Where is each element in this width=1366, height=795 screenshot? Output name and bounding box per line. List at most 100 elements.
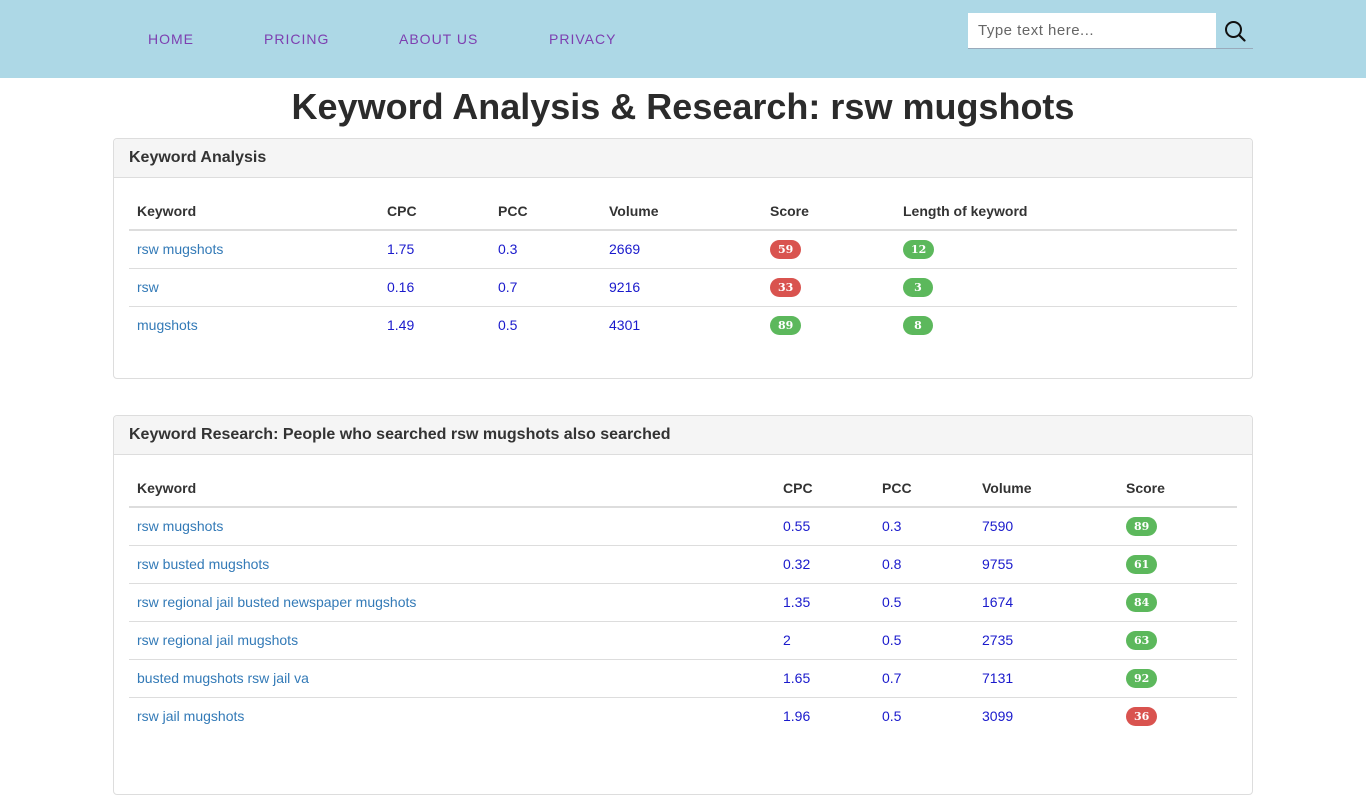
column-header: Keyword [129,469,775,508]
score-cell: 92 [1118,658,1237,697]
length-badge: 8 [903,315,933,335]
table-row: mugshots 1.49 0.5 4301 89 8 [129,305,1237,344]
column-header: Length of keyword [895,192,1237,231]
pcc-cell: 0.7 [490,267,601,306]
score-cell: 63 [1118,620,1237,659]
search-box [968,13,1216,49]
keyword-link[interactable]: rsw mugshots [137,518,223,534]
cpc-cell: 0.16 [379,267,490,306]
score-cell: 89 [1118,507,1237,545]
length-cell: 3 [895,267,1237,306]
cpc-cell: 0.55 [783,518,811,535]
volume-cell: 1674 [974,582,1118,621]
table-header-row: Keyword CPC PCC Volume Score Length of k… [129,192,1237,231]
score-badge: 33 [770,277,802,297]
search-icon [1224,20,1246,42]
keyword-research-panel: Keyword Research: People who searched rs… [113,415,1253,795]
keyword-cell: rsw regional jail mugshots [129,620,775,659]
cpc-cell: 1.75 [387,241,415,258]
cpc-cell: 1.49 [379,305,490,344]
column-header: Volume [601,192,762,231]
keyword-link[interactable]: rsw regional jail mugshots [137,632,298,648]
score-cell: 84 [1118,582,1237,621]
keyword-cell: rsw regional jail busted newspaper mugsh… [129,582,775,621]
pcc-cell: 0.3 [498,241,518,258]
pcc-cell: 0.5 [490,305,601,344]
cpc-cell: 1.96 [775,696,874,735]
table-row: rsw mugshots 1.75 0.3 2669 59 12 [129,230,1237,268]
score-badge: 89 [1126,516,1158,536]
score-cell: 36 [1118,696,1237,735]
table-row: busted mugshots rsw jail va 1.65 0.7 7131 92 [129,658,1237,697]
score-badge: 92 [1126,668,1158,688]
pcc-cell: 0.3 [882,518,902,535]
column-header: Volume [974,469,1118,508]
score-badge: 89 [770,315,802,335]
column-header: Score [1118,469,1237,508]
score-badge: 61 [1126,554,1158,574]
column-header: CPC [775,469,874,508]
table-row: rsw 0.16 0.7 9216 33 3 [129,267,1237,306]
table-row: rsw regional jail mugshots 2 0.5 2735 63 [129,620,1237,659]
score-badge: 36 [1126,706,1158,726]
cpc-cell: 1.65 [775,658,874,697]
keyword-link[interactable]: mugshots [137,317,198,333]
pcc-cell: 0.8 [874,544,974,583]
nav-home-link[interactable]: HOME [148,31,194,47]
pcc-cell: 0.5 [874,582,974,621]
nav-pricing-link[interactable]: PRICING [264,31,329,47]
keyword-cell: rsw mugshots [129,507,775,545]
pcc-cell: 0.7 [874,658,974,697]
column-header: Keyword [129,192,379,231]
volume-cell: 3099 [974,696,1118,735]
keyword-analysis-table: Keyword CPC PCC Volume Score Length of k… [129,192,1237,344]
pcc-cell: 0.5 [874,696,974,735]
keyword-link[interactable]: rsw mugshots [137,241,223,257]
search-button[interactable] [1216,13,1253,49]
cpc-cell: 2 [775,620,874,659]
table-header-row: Keyword CPC PCC Volume Score [129,469,1237,508]
table-row: rsw regional jail busted newspaper mugsh… [129,582,1237,621]
score-badge: 59 [770,239,802,259]
keyword-cell: rsw [129,267,379,306]
keyword-research-table: Keyword CPC PCC Volume Score rsw mugshot… [129,469,1237,735]
panel-body: Keyword CPC PCC Volume Score Length of k… [114,178,1252,359]
keyword-cell: mugshots [129,305,379,344]
keyword-link[interactable]: rsw busted mugshots [137,556,269,572]
score-badge: 84 [1126,592,1158,612]
score-badge: 63 [1126,630,1158,650]
table-row: rsw busted mugshots 0.32 0.8 9755 61 [129,544,1237,583]
keyword-cell: rsw busted mugshots [129,544,775,583]
volume-cell: 9216 [601,267,762,306]
volume-cell: 9755 [974,544,1118,583]
keyword-link[interactable]: rsw regional jail busted newspaper mugsh… [137,594,416,610]
cpc-cell: 1.35 [775,582,874,621]
length-cell: 8 [895,305,1237,344]
volume-cell: 7131 [974,658,1118,697]
volume-cell: 2669 [609,241,641,258]
keyword-link[interactable]: busted mugshots rsw jail va [137,670,309,686]
keyword-link[interactable]: rsw jail mugshots [137,708,244,724]
keyword-link[interactable]: rsw [137,279,159,295]
length-badge: 3 [903,277,933,297]
nav-privacy-link[interactable]: PRIVACY [549,31,616,47]
top-navbar: HOME PRICING ABOUT US PRIVACY [0,0,1366,78]
nav-about-us-link[interactable]: ABOUT US [399,31,478,47]
keyword-cell: busted mugshots rsw jail va [129,658,775,697]
score-cell: 89 [762,305,895,344]
cpc-cell: 0.32 [775,544,874,583]
keyword-cell: rsw jail mugshots [129,696,775,735]
pcc-cell: 0.5 [874,620,974,659]
panel-heading: Keyword Analysis [114,139,1252,178]
search-input[interactable] [968,13,1216,48]
page-title: Keyword Analysis & Research: rsw mugshot… [291,86,1075,127]
length-cell: 12 [895,230,1237,268]
score-cell: 59 [762,230,895,268]
column-header: CPC [379,192,490,231]
column-header: Score [762,192,895,231]
volume-cell: 7590 [982,518,1014,535]
table-row: rsw mugshots 0.55 0.3 7590 89 [129,507,1237,545]
column-header: PCC [490,192,601,231]
keyword-cell: rsw mugshots [129,230,379,268]
volume-cell: 2735 [974,620,1118,659]
